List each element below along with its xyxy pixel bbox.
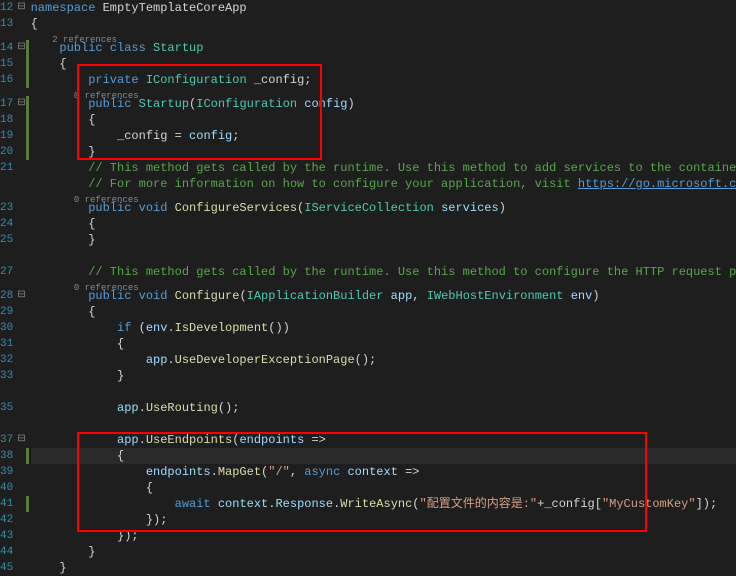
code-editor[interactable]: 12 13 14 15 16 17 18 19 20 21 23 24 25 2… — [0, 0, 736, 537]
doc-link[interactable]: https://go.microsoft.com/fwlink/?LinkID=… — [578, 177, 736, 191]
lightbulb-icon[interactable]: 💡 — [0, 445, 2, 461]
code-area[interactable]: 💡 namespace EmptyTemplateCoreApp { 2 ref… — [29, 0, 736, 537]
fold-gutter[interactable]: ⊟ ⊟ ⊟ ⊟ ⊟ — [17, 0, 25, 537]
line-number-gutter: 12 13 14 15 16 17 18 19 20 21 23 24 25 2… — [0, 0, 17, 537]
